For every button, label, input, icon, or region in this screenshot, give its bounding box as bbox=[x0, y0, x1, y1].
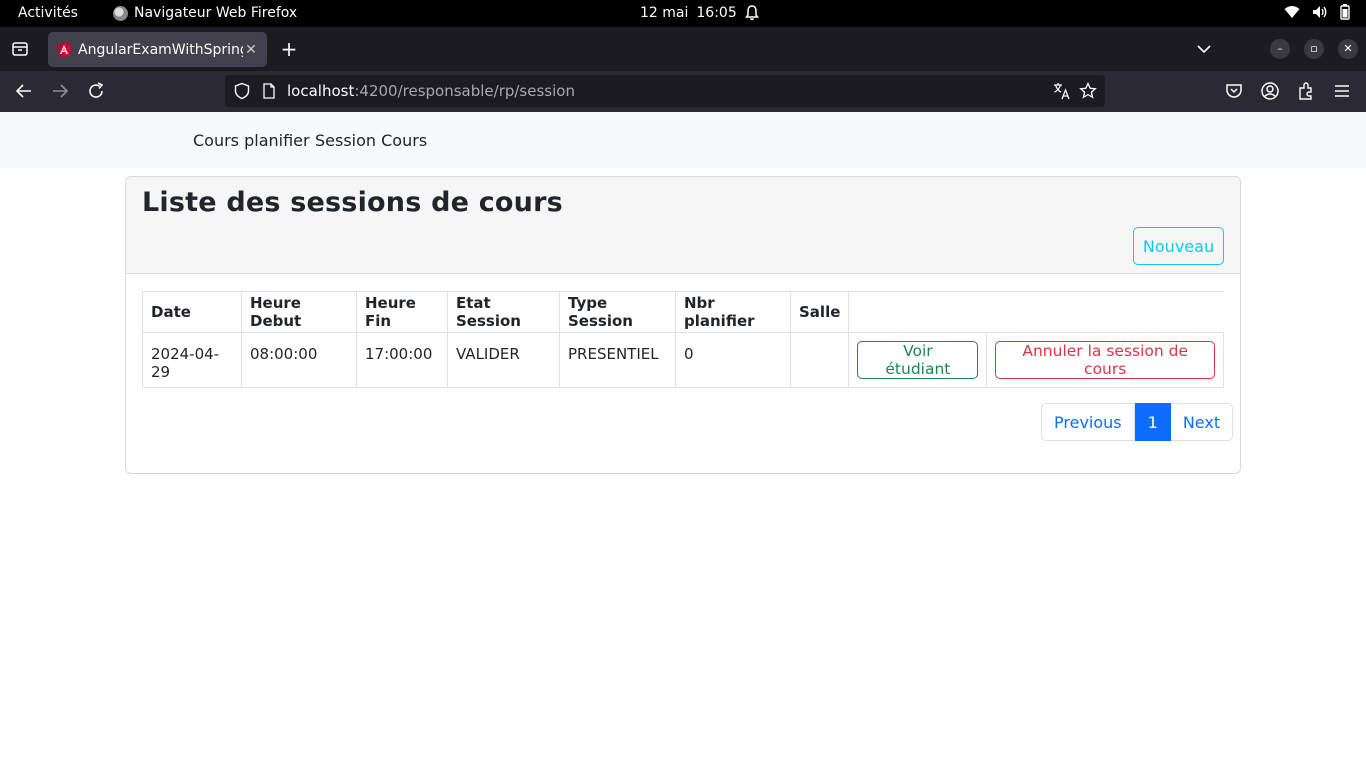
column-header-heure-fin: Heure Fin bbox=[356, 291, 448, 333]
cell-type-session: PRESENTIEL bbox=[559, 332, 676, 388]
close-tab-icon[interactable]: ✕ bbox=[243, 42, 259, 58]
back-arrow-icon[interactable] bbox=[14, 81, 34, 101]
cell-date: 2024-04-29 bbox=[142, 332, 242, 388]
forward-arrow-icon[interactable] bbox=[50, 81, 70, 101]
window-controls: – ▫ ✕ bbox=[1270, 39, 1358, 59]
pagination-page-1[interactable]: 1 bbox=[1134, 403, 1171, 441]
tracking-protection-shield-icon[interactable] bbox=[233, 82, 251, 100]
minimize-icon[interactable]: – bbox=[1270, 39, 1290, 59]
firefox-icon bbox=[113, 5, 128, 21]
close-window-icon[interactable]: ✕ bbox=[1338, 39, 1358, 59]
cell-heure-fin: 17:00:00 bbox=[356, 332, 448, 388]
url-path: :4200/responsable/rp/session bbox=[354, 82, 575, 100]
url-text: localhost:4200/responsable/rp/session bbox=[287, 82, 575, 100]
nav-link-cours-planifier[interactable]: Cours planifier bbox=[193, 131, 310, 150]
restore-icon[interactable]: ▫ bbox=[1304, 39, 1324, 59]
cell-voir-action: Voir étudiant bbox=[848, 332, 988, 388]
volume-icon bbox=[1313, 6, 1327, 18]
column-header-date: Date bbox=[142, 291, 242, 333]
nav-link-session-cours[interactable]: Session Cours bbox=[315, 131, 427, 150]
app-menu[interactable]: Navigateur Web Firefox bbox=[113, 5, 297, 21]
angular-icon bbox=[57, 42, 71, 57]
cell-annuler-action: Annuler la session de cours bbox=[986, 332, 1224, 388]
cell-nbr-planifier: 0 bbox=[675, 332, 791, 388]
page-title: Liste des sessions de cours bbox=[142, 187, 563, 218]
sessions-table: Date Heure Debut Heure Fin Etat Session … bbox=[142, 291, 1224, 388]
chevron-down-icon[interactable] bbox=[1194, 39, 1214, 59]
table-header-row: Date Heure Debut Heure Fin Etat Session … bbox=[142, 291, 1224, 333]
address-bar[interactable]: localhost:4200/responsable/rp/session bbox=[225, 75, 1105, 107]
bell-icon bbox=[744, 5, 759, 21]
pocket-icon[interactable] bbox=[1224, 81, 1244, 101]
pagination-previous[interactable]: Previous bbox=[1041, 403, 1135, 441]
pagination: Previous 1 Next bbox=[1041, 403, 1234, 441]
page-info-icon[interactable] bbox=[261, 83, 277, 99]
account-icon[interactable] bbox=[1260, 81, 1280, 101]
column-header-heure-debut: Heure Debut bbox=[241, 291, 357, 333]
navigation-toolbar: localhost:4200/responsable/rp/session bbox=[0, 71, 1366, 112]
pagination-next[interactable]: Next bbox=[1170, 403, 1234, 441]
hamburger-menu-icon[interactable] bbox=[1332, 81, 1352, 101]
wifi-icon bbox=[1284, 6, 1300, 18]
cell-heure-debut: 08:00:00 bbox=[241, 332, 357, 388]
clock-date: 12 mai bbox=[640, 5, 689, 21]
column-header-salle: Salle bbox=[789, 291, 850, 333]
cell-etat-session: VALIDER bbox=[447, 332, 560, 388]
new-tab-icon[interactable]: + bbox=[279, 39, 299, 59]
sessions-card: Liste des sessions de cours Nouveau Date… bbox=[125, 176, 1241, 474]
app-navbar: Cours planifier Session Cours bbox=[0, 112, 1366, 168]
browser-tab-active[interactable]: AngularExamWithSpring ✕ bbox=[48, 32, 267, 67]
firefox-view-icon[interactable] bbox=[10, 39, 30, 59]
column-header-actions bbox=[848, 291, 1224, 333]
extensions-icon[interactable] bbox=[1296, 81, 1316, 101]
tab-title: AngularExamWithSpring bbox=[78, 41, 243, 58]
card-header: Liste des sessions de cours Nouveau bbox=[126, 177, 1240, 274]
translate-icon[interactable] bbox=[1053, 82, 1071, 100]
system-tray[interactable] bbox=[1284, 4, 1350, 20]
reload-icon[interactable] bbox=[86, 81, 106, 101]
clock[interactable]: 12 mai 16:05 bbox=[640, 5, 759, 21]
app-name-label: Navigateur Web Firefox bbox=[134, 5, 298, 21]
column-header-etat-session: Etat Session bbox=[447, 291, 560, 333]
url-host: localhost bbox=[287, 82, 355, 100]
bookmark-star-icon[interactable] bbox=[1079, 82, 1097, 100]
column-header-type-session: Type Session bbox=[559, 291, 676, 333]
new-session-button[interactable]: Nouveau bbox=[1133, 227, 1224, 265]
activities-button[interactable]: Activités bbox=[18, 5, 78, 21]
battery-icon bbox=[1340, 4, 1350, 20]
table-row: 2024-04-29 08:00:00 17:00:00 VALIDER PRE… bbox=[142, 332, 1224, 388]
annuler-session-button[interactable]: Annuler la session de cours bbox=[995, 341, 1215, 379]
voir-etudiant-button[interactable]: Voir étudiant bbox=[857, 341, 979, 379]
cell-salle bbox=[789, 332, 850, 388]
system-top-bar: Activités Navigateur Web Firefox 12 mai … bbox=[0, 0, 1366, 27]
tab-strip: AngularExamWithSpring ✕ + – ▫ ✕ bbox=[0, 27, 1366, 71]
clock-time: 16:05 bbox=[696, 5, 737, 21]
column-header-nbr-planifier: Nbr planifier bbox=[675, 291, 791, 333]
page-content: Cours planifier Session Cours Liste des … bbox=[0, 112, 1366, 768]
